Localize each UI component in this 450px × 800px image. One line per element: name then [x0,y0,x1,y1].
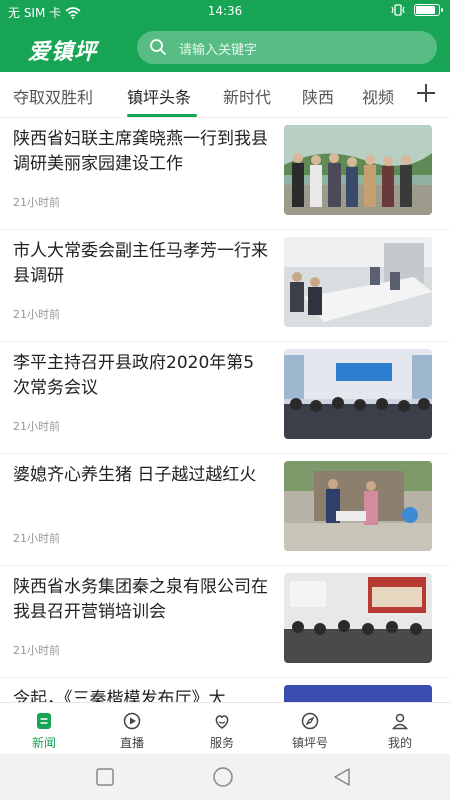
active-tab-indicator [127,114,197,117]
news-thumbnail [284,125,432,215]
nav-zhenping-account[interactable]: 镇坪号 [270,711,350,751]
news-item[interactable]: 陕西省水务集团秦之泉有限公司在我县召开营销培训会 21小时前 [0,566,450,678]
nav-live[interactable]: 直播 [92,711,172,751]
battery-icon [414,4,443,16]
news-title: 李平主持召开县政府2020年第5次常务会议 [13,353,255,398]
news-thumbnail [284,237,432,327]
news-time: 21小时前 [13,532,60,545]
news-title: 市人大常委会副主任马孝芳一行来县调研 [13,241,268,286]
search-placeholder: 请输入关键字 [179,43,258,58]
news-item[interactable]: 市人大常委会副主任马孝芳一行来县调研 21小时前 [0,230,450,342]
status-time: 14:36 [207,4,243,18]
compass-icon [301,712,319,730]
news-item[interactable]: 李平主持召开县政府2020年第5次常务会议 21小时前 [0,342,450,454]
news-title: 陕西省妇联主席龚晓燕一行到我县调研美丽家园建设工作 [13,129,268,174]
plus-icon[interactable] [414,81,438,105]
nav-live-label: 直播 [119,736,144,750]
nav-profile[interactable]: 我的 [360,711,440,751]
news-title: 令起，《三秦楷模发布厅》大 [13,689,226,702]
system-navigation-bar [0,754,450,800]
news-thumbnail [284,573,432,663]
nav-zhenping-account-label: 镇坪号 [291,736,328,750]
news-item[interactable]: 婆媳齐心养生猪 日子越过越红火 21小时前 [0,454,450,566]
news-thumbnail [284,349,432,439]
tab-video[interactable]: 视频 [362,84,394,108]
recent-apps-icon[interactable] [95,767,115,787]
news-time: 21小时前 [13,308,60,321]
news-thumbnail [284,685,432,702]
vibrate-icon [391,4,405,16]
tab-fight-double-victory[interactable]: 夺取双胜利 [13,84,93,108]
category-tabs: 夺取双胜利 镇坪头条 新时代 陕西 视频 [0,72,450,118]
user-icon [391,713,409,730]
status-right [390,4,443,16]
news-thumbnail [284,461,432,551]
news-item[interactable]: 陕西省妇联主席龚晓燕一行到我县调研美丽家园建设工作 21小时前 [0,118,450,230]
app-logo: 爱镇坪 [28,39,98,65]
nav-service-label: 服务 [209,736,234,750]
nav-news-label: 新闻 [31,736,56,750]
service-icon [215,715,229,729]
news-icon [37,713,51,729]
news-item[interactable]: 令起，《三秦楷模发布厅》大 [0,678,450,702]
news-time: 21小时前 [13,196,60,209]
news-title: 婆媳齐心养生猪 日子越过越红火 [13,465,257,485]
live-icon [123,712,141,730]
home-icon[interactable] [212,767,234,789]
nav-profile-label: 我的 [387,736,412,750]
news-list: 陕西省妇联主席龚晓燕一行到我县调研美丽家园建设工作 21小时前 市人大常委会副主… [0,118,450,702]
back-icon[interactable] [332,767,352,787]
news-title: 陕西省水务集团秦之泉有限公司在我县召开营销培训会 [13,577,268,622]
tab-new-era[interactable]: 新时代 [223,84,271,108]
news-time: 21小时前 [13,420,60,433]
news-time: 21小时前 [13,644,60,657]
status-bar: 无 SIM 卡 14:36 [0,0,450,24]
tab-shaanxi[interactable]: 陕西 [302,84,334,108]
bottom-navigation: 新闻 直播 服务 镇坪号 我的 [0,702,450,754]
tab-zhenping-headlines[interactable]: 镇坪头条 [127,84,191,108]
app-header: 爱镇坪 请输入关键字 [0,24,450,72]
search-input[interactable]: 请输入关键字 [137,31,437,64]
nav-service[interactable]: 服务 [182,711,262,751]
battery-level [416,6,435,14]
search-icon [150,39,166,55]
nav-news[interactable]: 新闻 [4,711,84,751]
